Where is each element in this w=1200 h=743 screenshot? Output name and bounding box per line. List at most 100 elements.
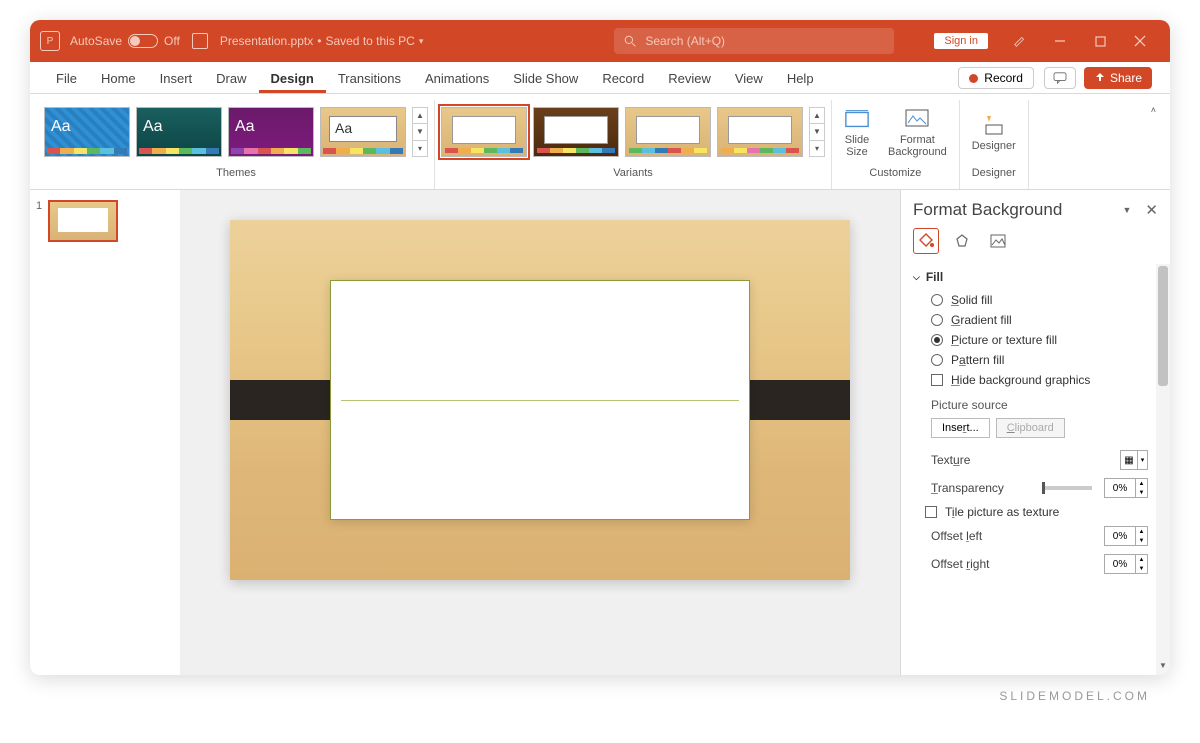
chevron-down-icon: ⌵ [913, 272, 920, 283]
scroll-thumb[interactable] [1158, 266, 1168, 386]
theme-item[interactable]: Aa [320, 107, 406, 157]
themes-gallery-expand[interactable]: ▲▼▾ [412, 107, 428, 157]
transparency-slider[interactable] [1042, 486, 1092, 490]
ribbon-tabs: File Home Insert Draw Design Transitions… [30, 62, 1170, 94]
slide-thumbnails-pane[interactable]: 1 [30, 190, 180, 675]
chevron-down-icon: ▾ [419, 36, 424, 47]
radio-icon [931, 314, 943, 326]
offset-right-row: Offset right 0%▲▼ [913, 550, 1148, 578]
workspace: 1 Format Background ▼ ✕ ▲▼ [30, 190, 1170, 675]
watermark: SLIDEMODEL.COM [20, 675, 1180, 703]
tab-draw[interactable]: Draw [204, 65, 258, 93]
hide-bg-graphics-checkbox[interactable]: Hide background graphics [913, 370, 1148, 390]
picture-fill-radio[interactable]: Picture or texture fill [913, 330, 1148, 350]
fill-section-header[interactable]: ⌵Fill [913, 264, 1148, 290]
tab-slideshow[interactable]: Slide Show [501, 65, 590, 93]
share-button[interactable]: Share [1084, 67, 1152, 89]
save-icon[interactable] [192, 33, 208, 49]
tab-review[interactable]: Review [656, 65, 723, 93]
arrow-up-icon[interactable]: ▲ [810, 108, 824, 124]
variant-item[interactable] [717, 107, 803, 157]
effects-tab[interactable] [949, 228, 975, 254]
tab-view[interactable]: View [723, 65, 775, 93]
themes-group-label: Themes [216, 164, 256, 182]
comments-button[interactable] [1044, 67, 1076, 89]
pane-menu-button[interactable]: ▼ [1123, 205, 1132, 215]
close-button[interactable] [1120, 20, 1160, 62]
offset-left-spinner[interactable]: 0%▲▼ [1104, 526, 1148, 546]
pattern-fill-radio[interactable]: Pattern fill [913, 350, 1148, 370]
tab-home[interactable]: Home [89, 65, 148, 93]
more-icon[interactable]: ▾ [413, 141, 427, 156]
tab-help[interactable]: Help [775, 65, 826, 93]
gradient-fill-radio[interactable]: Gradient fill [913, 310, 1148, 330]
radio-icon [931, 334, 943, 346]
autosave-toggle[interactable]: AutoSave Off [70, 34, 180, 48]
insert-picture-button[interactable]: Insert... [931, 418, 990, 438]
format-background-button[interactable]: Format Background [882, 102, 953, 162]
scroll-down-icon[interactable]: ▼ [1156, 661, 1170, 675]
maximize-button[interactable] [1080, 20, 1120, 62]
theme-item[interactable]: Aa [228, 107, 314, 157]
ribbon-body: Aa Aa Aa Aa ▲▼▾ Themes ▲▼▾ Variants [30, 94, 1170, 190]
content-placeholder[interactable] [330, 280, 750, 520]
filename-text: Presentation.pptx [220, 34, 313, 48]
app-window: P AutoSave Off Presentation.pptx • Saved… [30, 20, 1170, 675]
theme-item[interactable]: Aa [44, 107, 130, 157]
variants-gallery-expand[interactable]: ▲▼▾ [809, 107, 825, 157]
close-pane-button[interactable]: ✕ [1145, 201, 1158, 219]
tab-file[interactable]: File [44, 65, 89, 93]
arrow-down-icon[interactable]: ▼ [810, 124, 824, 140]
slide-size-icon [844, 106, 870, 132]
tab-insert[interactable]: Insert [148, 65, 205, 93]
arrow-down-icon[interactable]: ▼ [413, 124, 427, 140]
theme-item[interactable]: Aa [136, 107, 222, 157]
clipboard-button: Clipboard [996, 418, 1065, 438]
offset-right-spinner[interactable]: 0%▲▼ [1104, 554, 1148, 574]
autosave-state: Off [164, 34, 180, 48]
chevron-up-icon: ˄ [1151, 105, 1156, 115]
slide-canvas[interactable] [180, 190, 900, 675]
designer-group-label: Designer [972, 164, 1016, 182]
checkbox-icon [925, 506, 937, 518]
save-status: Saved to this PC [325, 34, 414, 48]
designer-button[interactable]: Designer [966, 108, 1022, 156]
variants-group: ▲▼▾ Variants [435, 100, 832, 189]
chevron-down-icon: ▾ [1137, 451, 1147, 469]
slide-number: 1 [36, 200, 42, 242]
customize-group: Slide Size Format Background Customize [832, 100, 960, 189]
solid-fill-radio[interactable]: SSolid fillolid fill [913, 290, 1148, 310]
format-background-icon [904, 106, 930, 132]
arrow-up-icon[interactable]: ▲ [413, 108, 427, 124]
transparency-spinner[interactable]: 0%▲▼ [1104, 478, 1148, 498]
tab-record[interactable]: Record [590, 65, 656, 93]
ink-icon[interactable] [1000, 20, 1040, 62]
slide-thumb-preview [48, 200, 118, 242]
variant-item[interactable] [533, 107, 619, 157]
variant-item[interactable] [625, 107, 711, 157]
checkbox-icon [931, 374, 943, 386]
slide[interactable] [230, 220, 850, 580]
variants-group-label: Variants [613, 164, 653, 182]
slide-size-button[interactable]: Slide Size [838, 102, 876, 162]
search-icon [624, 35, 637, 48]
variant-item[interactable] [441, 107, 527, 157]
record-button[interactable]: Record [958, 67, 1034, 89]
document-title[interactable]: Presentation.pptx • Saved to this PC ▾ [220, 34, 424, 48]
themes-group: Aa Aa Aa Aa ▲▼▾ Themes [38, 100, 435, 189]
tab-transitions[interactable]: Transitions [326, 65, 413, 93]
minimize-button[interactable] [1040, 20, 1080, 62]
search-input[interactable]: Search (Alt+Q) [614, 28, 894, 54]
collapse-ribbon-button[interactable]: ˄ [1145, 100, 1162, 120]
tab-animations[interactable]: Animations [413, 65, 501, 93]
tab-design[interactable]: Design [259, 65, 326, 93]
fill-tab[interactable] [913, 228, 939, 254]
picture-tab[interactable] [985, 228, 1011, 254]
more-icon[interactable]: ▾ [810, 141, 824, 156]
scrollbar[interactable]: ▲▼ [1156, 264, 1170, 675]
slide-thumbnail[interactable]: 1 [36, 200, 174, 242]
signin-button[interactable]: Sign in [934, 33, 988, 49]
tile-picture-checkbox[interactable]: Tile picture as texture [913, 502, 1148, 522]
texture-picker[interactable]: ▦▾ [1120, 450, 1148, 470]
designer-icon [981, 112, 1007, 138]
